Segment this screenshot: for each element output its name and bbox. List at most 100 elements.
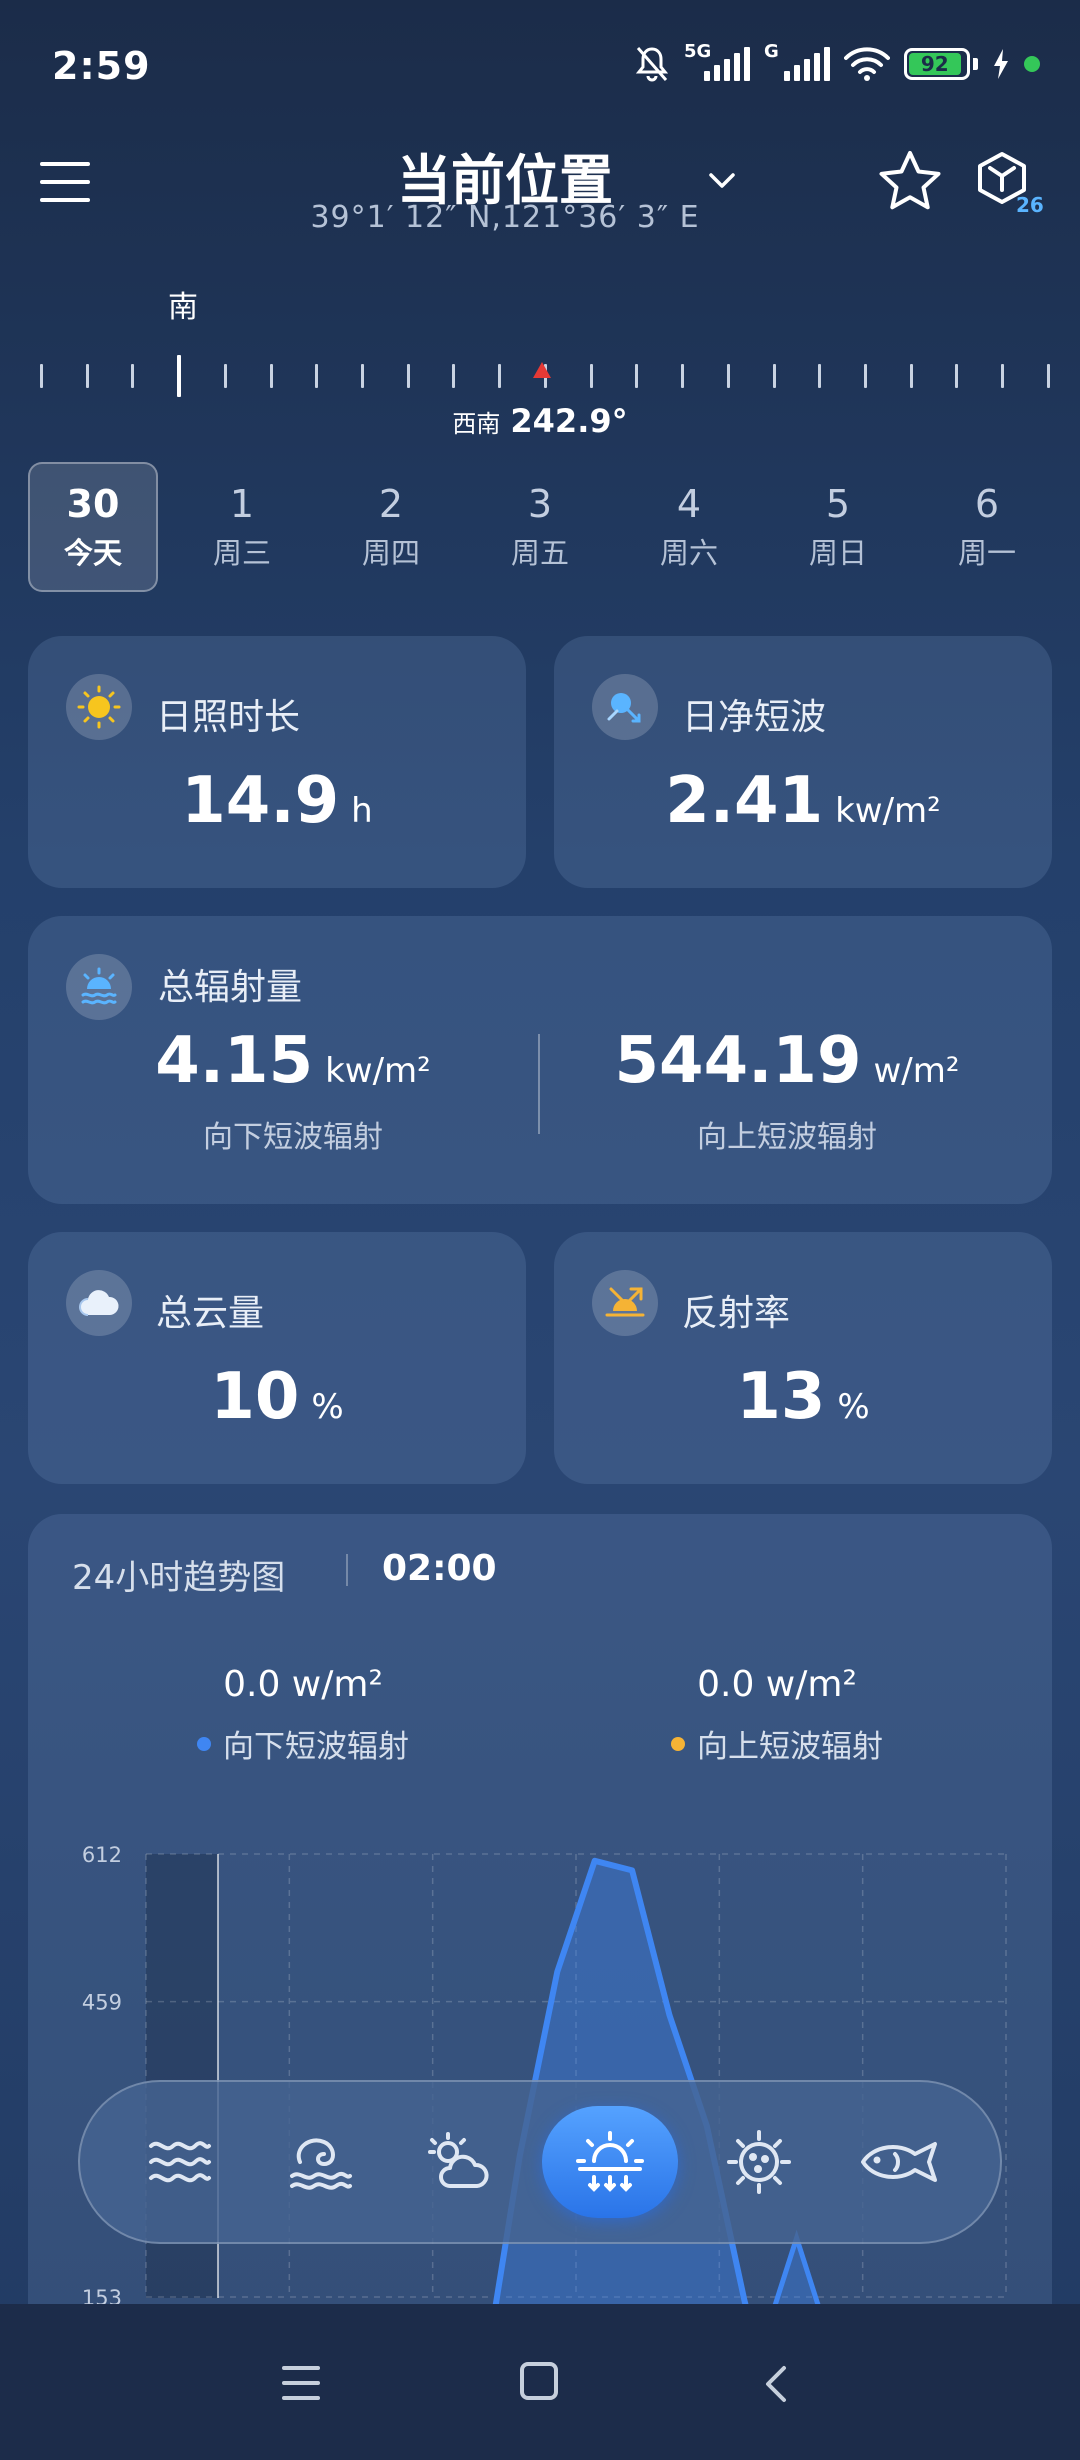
day-tab-3[interactable]: 3 周五 (475, 462, 605, 592)
trend-separator (346, 1554, 348, 1586)
legend-upward: 0.0 w/m² 向上短波辐射 (542, 1664, 1012, 1766)
day-weekday: 周三 (212, 536, 271, 570)
series-bump-downward (772, 2229, 821, 2304)
y-tick-label: 153 (82, 2286, 122, 2304)
nav-tide-button[interactable] (261, 2102, 381, 2222)
sunshine-duration-card[interactable]: 日照时长 14.9 h (28, 636, 526, 888)
legend-upward-dot (671, 1736, 685, 1751)
y-tick-label: 459 (82, 1991, 122, 2015)
card-value: 10% (28, 1360, 526, 1434)
nav-radiation-button[interactable] (542, 2106, 679, 2218)
trend-title: 24小时趋势图 (72, 1558, 286, 1598)
sea-icon (726, 2130, 791, 2194)
sun-icon (66, 674, 132, 740)
chevron-down-icon[interactable] (708, 166, 736, 194)
day-number: 3 (527, 482, 553, 526)
downward-radiation: 4.15 kw/m² 向下短波辐射 (48, 1024, 538, 1156)
charging-icon (994, 49, 1008, 79)
day-tabs: 30 今天 1 周三 2 周四 3 周五 4 周六 5 周日 6 周一 (28, 462, 1052, 592)
card-value: 2.41 kw/m² (554, 764, 1052, 838)
nav-weather-button[interactable] (402, 2102, 522, 2222)
upward-label: 向上短波辐射 (697, 1120, 877, 1155)
compass-needle-icon (533, 362, 551, 378)
day-weekday: 周五 (510, 536, 569, 570)
day-tab-6[interactable]: 6 周一 (922, 462, 1052, 592)
card-value: 13% (554, 1360, 1052, 1434)
downward-value: 4.15 (155, 1024, 314, 1098)
card-title: 反射率 (682, 1293, 791, 1334)
battery-level: 92 (909, 52, 961, 76)
card-title: 日净短波 (682, 697, 827, 738)
nav-wave-button[interactable] (120, 2102, 240, 2222)
signal-g-label: G (764, 41, 779, 62)
status-time: 2:59 (52, 44, 151, 88)
downward-unit: kw/m² (325, 1051, 431, 1091)
radiation-icon (576, 2131, 645, 2192)
day-tab-4[interactable]: 4 周六 (624, 462, 754, 592)
legend-downward-value: 0.0 w/m² (223, 1664, 383, 1705)
battery-icon: 92 (904, 48, 978, 80)
day-number: 5 (825, 482, 851, 526)
upward-value: 544.19 (614, 1024, 862, 1098)
back-icon[interactable] (760, 2364, 790, 2404)
system-nav-bar (0, 2304, 1080, 2460)
day-number: 1 (229, 482, 255, 526)
day-weekday: 周六 (659, 536, 718, 570)
fish-icon (860, 2142, 937, 2182)
day-number: 30 (66, 482, 120, 526)
day-weekday: 周四 (361, 536, 420, 570)
sunshine-unit: h (351, 791, 373, 831)
home-button[interactable] (520, 2362, 558, 2400)
y-tick-label: 612 (82, 1843, 122, 1867)
trend-time: 02:00 (382, 1548, 497, 1589)
net-shortwave-card[interactable]: 日净短波 2.41 kw/m² (554, 636, 1052, 888)
cloud-icon (66, 1270, 132, 1336)
total-radiation-card[interactable]: 总辐射量 4.15 kw/m² 向下短波辐射 544.19 w/m² 向上短波辐射 (28, 916, 1052, 1204)
sunshine-value: 14.9 (181, 764, 340, 838)
card-value: 14.9 h (28, 764, 526, 838)
net-shortwave-icon (592, 674, 658, 740)
compass-strip[interactable]: 南 西南 242.9° (0, 270, 1080, 450)
wifi-icon (844, 47, 890, 81)
status-bar: 2:59 5G G 92 (0, 0, 1080, 130)
net-shortwave-unit: kw/m² (835, 791, 941, 831)
star-icon[interactable] (876, 148, 944, 216)
cube-icon: 26 (978, 152, 1044, 217)
location-coordinates: 39°1′ 12″ N,121°36′ 3″ E (310, 200, 700, 235)
net-shortwave-value: 2.41 (665, 764, 824, 838)
signal-5g-label: 5G (684, 41, 712, 62)
model-cube-button[interactable]: 26 (972, 148, 1044, 220)
compass-reading: 西南 242.9° (0, 402, 1080, 440)
day-number: 2 (378, 482, 404, 526)
day-tab-1[interactable]: 1 周三 (177, 462, 307, 592)
signal-5g-icon: 5G (684, 41, 750, 81)
compass-direction: 西南 (452, 410, 501, 438)
cube-badge: 26 (1016, 193, 1044, 217)
day-number: 4 (676, 482, 702, 526)
compass-south-label: 南 (168, 290, 198, 325)
day-tab-5[interactable]: 5 周日 (773, 462, 903, 592)
nav-sea-state-button[interactable] (699, 2102, 819, 2222)
total-cloud-card[interactable]: 总云量 10% (28, 1232, 526, 1484)
privacy-dot-icon (1024, 56, 1040, 72)
legend-upward-value: 0.0 w/m² (697, 1664, 857, 1705)
albedo-unit: % (837, 1387, 870, 1427)
recent-apps-button[interactable] (282, 2366, 320, 2400)
bell-muted-icon (635, 47, 669, 82)
legend-downward-label: 向下短波辐射 (223, 1729, 409, 1765)
tide-icon (289, 2138, 352, 2190)
card-title: 总云量 (156, 1293, 265, 1334)
nav-fishing-button[interactable] (840, 2102, 960, 2222)
downward-label: 向下短波辐射 (203, 1120, 383, 1155)
card-title: 总辐射量 (158, 967, 303, 1008)
status-icons: 5G G 92 (634, 41, 1040, 84)
weather-icon (427, 2132, 489, 2188)
cloud-value: 10 (210, 1360, 300, 1434)
day-weekday: 周一 (957, 536, 1016, 570)
albedo-card[interactable]: 反射率 13% (554, 1232, 1052, 1484)
day-tab-2[interactable]: 2 周四 (326, 462, 456, 592)
day-tab-today[interactable]: 30 今天 (28, 462, 158, 592)
upward-radiation: 544.19 w/m² 向上短波辐射 (542, 1024, 1032, 1156)
legend-upward-label: 向上短波辐射 (697, 1729, 883, 1765)
signal-g-icon: G (764, 41, 830, 81)
